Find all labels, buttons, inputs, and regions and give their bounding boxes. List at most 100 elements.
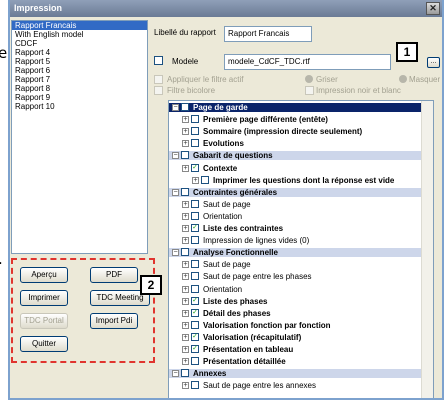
expand-toggle-icon[interactable]: −: [172, 152, 179, 160]
tree-option-row[interactable]: + Saut de page: [169, 260, 421, 269]
option-checkbox[interactable]: [191, 272, 199, 281]
print-options-tree[interactable]: − Page de garde + Première page différente …: [168, 100, 434, 398]
impression-nb-label: Impression noir et blanc: [316, 86, 401, 95]
tree-option-row[interactable]: + ✓ Liste des contraintes: [169, 224, 421, 233]
option-checkbox[interactable]: [191, 127, 199, 136]
tree-scrollbar[interactable]: [421, 101, 433, 398]
expand-toggle-icon[interactable]: +: [182, 297, 189, 305]
model-list-item[interactable]: Rapport Francais: [12, 21, 147, 30]
tree-option-row[interactable]: + ✓ Valorisation (récapitulatif): [169, 332, 421, 342]
expand-toggle-icon[interactable]: +: [182, 382, 189, 390]
tree-section-row[interactable]: − Gabarit de questions: [169, 151, 421, 161]
dialog-title: Impression: [14, 3, 63, 13]
option-checkbox[interactable]: [191, 357, 199, 366]
expand-toggle-icon[interactable]: +: [192, 176, 199, 184]
tree-row-label: Valorisation fonction par fonction: [203, 320, 331, 330]
option-checkbox[interactable]: [191, 381, 199, 390]
expand-toggle-icon[interactable]: +: [182, 200, 189, 208]
expand-toggle-icon[interactable]: +: [182, 346, 189, 353]
callout-2: 2: [140, 275, 162, 295]
tree-option-row[interactable]: + Orientation: [169, 211, 421, 221]
tree-section-row[interactable]: − Page de garde: [169, 103, 421, 112]
model-list-item[interactable]: CDCF: [12, 39, 147, 48]
tree-row-label: Analyse Fonctionnelle: [193, 248, 278, 258]
expand-toggle-icon[interactable]: +: [182, 164, 189, 172]
model-list[interactable]: Rapport Francais With English model CDCF Ra…: [11, 20, 148, 254]
option-checkbox[interactable]: [181, 248, 189, 257]
tree-row-label: Saut de page entre les annexes: [203, 381, 316, 391]
model-list-item[interactable]: Rapport 7: [12, 75, 147, 84]
expand-toggle-icon[interactable]: −: [172, 104, 179, 111]
expand-toggle-icon[interactable]: +: [182, 261, 189, 269]
expand-toggle-icon[interactable]: −: [172, 188, 179, 196]
tree-option-row[interactable]: + Saut de page: [169, 199, 421, 209]
tree-option-row[interactable]: + Impression de lignes vides (0): [169, 236, 421, 245]
tree-section-row[interactable]: − Contraintes générales: [169, 187, 421, 197]
expand-toggle-icon[interactable]: +: [182, 237, 189, 245]
model-list-item[interactable]: With English model: [12, 30, 147, 39]
option-checkbox[interactable]: ✓: [191, 224, 199, 232]
model-list-item[interactable]: Rapport 5: [12, 57, 147, 66]
option-checkbox[interactable]: [181, 151, 189, 160]
option-checkbox[interactable]: [191, 320, 199, 329]
tree-option-row[interactable]: + Valorisation fonction par fonction: [169, 320, 421, 330]
option-checkbox[interactable]: ✓: [191, 163, 199, 172]
tree-option-row[interactable]: + ✓ Détail des phases: [169, 308, 421, 318]
expand-toggle-icon[interactable]: +: [182, 321, 189, 329]
model-list-item[interactable]: Rapport 4: [12, 48, 147, 57]
tree-section-row[interactable]: − Analyse Fonctionnelle: [169, 248, 421, 258]
model-list-item[interactable]: Rapport 8: [12, 84, 147, 93]
tree-option-row[interactable]: + Imprimer les questions dont la réponse …: [169, 175, 421, 185]
model-list-item[interactable]: Rapport 10: [12, 102, 147, 111]
option-checkbox[interactable]: ✓: [191, 332, 199, 341]
expand-toggle-icon[interactable]: −: [172, 370, 179, 378]
option-checkbox[interactable]: [191, 260, 199, 269]
model-list-item[interactable]: Rapport 6: [12, 66, 147, 75]
option-checkbox[interactable]: [191, 115, 199, 124]
modele-input[interactable]: modele_CdCF_TDC.rtf: [224, 54, 391, 70]
expand-toggle-icon[interactable]: +: [182, 309, 189, 317]
expand-toggle-icon[interactable]: +: [182, 225, 189, 232]
browse-button[interactable]: ...: [427, 57, 440, 68]
option-checkbox[interactable]: ✓: [191, 345, 199, 353]
tree-option-row[interactable]: + Saut de page entre les phases: [169, 272, 421, 281]
tree-row-label: Page de garde: [193, 103, 248, 112]
option-checkbox[interactable]: [181, 369, 189, 378]
tree-section-row[interactable]: − Annexes: [169, 369, 421, 379]
tree-option-row[interactable]: + Sommaire (impression directe seulement): [169, 127, 421, 136]
tree-option-row[interactable]: + Première page différente (entête): [169, 115, 421, 124]
modele-checkbox[interactable]: [154, 56, 163, 65]
tree-option-row[interactable]: + ✓ Contexte: [169, 163, 421, 173]
option-checkbox[interactable]: [181, 187, 189, 196]
option-checkbox[interactable]: [191, 236, 199, 245]
expand-toggle-icon[interactable]: +: [182, 273, 189, 281]
option-checkbox[interactable]: [191, 284, 199, 293]
option-checkbox[interactable]: [181, 103, 189, 111]
background-text-fragment: .: [0, 250, 3, 268]
expand-toggle-icon[interactable]: +: [182, 140, 189, 148]
close-button[interactable]: ✕: [426, 2, 440, 15]
option-checkbox[interactable]: [191, 199, 199, 208]
expand-toggle-icon[interactable]: +: [182, 212, 189, 220]
option-checkbox[interactable]: ✓: [191, 308, 199, 317]
option-checkbox[interactable]: [191, 139, 199, 148]
tree-option-row[interactable]: + Présentation détaillée: [169, 357, 421, 366]
option-checkbox[interactable]: [191, 211, 199, 220]
expand-toggle-icon[interactable]: +: [182, 285, 189, 293]
griser-label: Griser: [316, 75, 338, 84]
expand-toggle-icon[interactable]: +: [182, 128, 189, 136]
tree-option-row[interactable]: + Orientation: [169, 284, 421, 294]
model-list-item[interactable]: Rapport 9: [12, 93, 147, 102]
libelle-input[interactable]: Rapport Francais: [224, 26, 312, 42]
tree-option-row[interactable]: + ✓ Liste des phases: [169, 296, 421, 306]
tree-row-label: Evolutions: [203, 139, 244, 149]
tree-option-row[interactable]: + Saut de page entre les annexes: [169, 381, 421, 390]
expand-toggle-icon[interactable]: −: [172, 249, 179, 257]
tree-option-row[interactable]: + ✓ Présentation en tableau: [169, 345, 421, 354]
option-checkbox[interactable]: ✓: [191, 296, 199, 305]
expand-toggle-icon[interactable]: +: [182, 358, 189, 366]
option-checkbox[interactable]: [201, 175, 209, 184]
expand-toggle-icon[interactable]: +: [182, 333, 189, 341]
expand-toggle-icon[interactable]: +: [182, 116, 189, 124]
tree-option-row[interactable]: + Evolutions: [169, 139, 421, 148]
